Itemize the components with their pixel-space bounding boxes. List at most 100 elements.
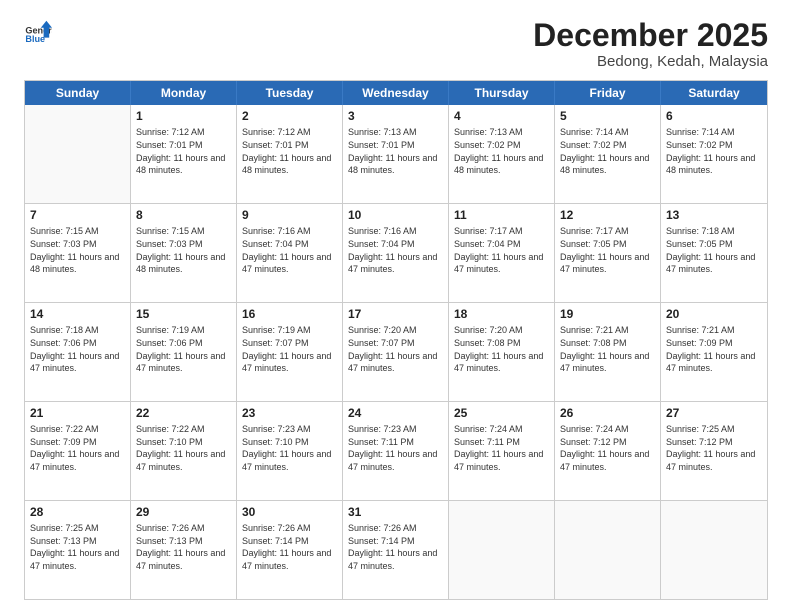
- logo: General Blue: [24, 18, 56, 46]
- day-number: 27: [666, 405, 762, 421]
- calendar: SundayMondayTuesdayWednesdayThursdayFrid…: [24, 80, 768, 600]
- day-number: 25: [454, 405, 549, 421]
- day-number: 2: [242, 108, 337, 124]
- cell-info: Sunrise: 7:20 AM Sunset: 7:07 PM Dayligh…: [348, 324, 443, 374]
- calendar-cell: 17 Sunrise: 7:20 AM Sunset: 7:07 PM Dayli…: [343, 303, 449, 401]
- calendar-cell: 21Sunrise: 7:22 AM Sunset: 7:09 PM Dayli…: [25, 402, 131, 500]
- cell-info: Sunrise: 7:26 AM Sunset: 7:14 PM Dayligh…: [242, 522, 337, 572]
- calendar-cell: 7Sunrise: 7:15 AM Sunset: 7:03 PM Daylig…: [25, 204, 131, 302]
- cell-info: Sunrise: 7:24 AM Sunset: 7:11 PM Dayligh…: [454, 423, 549, 473]
- calendar-row: 14Sunrise: 7:18 AM Sunset: 7:06 PM Dayli…: [25, 302, 767, 401]
- svg-text:Blue: Blue: [25, 34, 45, 44]
- day-number: 1: [136, 108, 231, 124]
- cell-info: Sunrise: 7:25 AM Sunset: 7:13 PM Dayligh…: [30, 522, 125, 572]
- cell-info: Sunrise: 7:15 AM Sunset: 7:03 PM Dayligh…: [136, 225, 231, 275]
- calendar-cell: 8 Sunrise: 7:15 AM Sunset: 7:03 PM Daylig…: [131, 204, 237, 302]
- cell-info: Sunrise: 7:13 AM Sunset: 7:02 PM Dayligh…: [454, 126, 549, 176]
- cell-info: Sunrise: 7:25 AM Sunset: 7:12 PM Dayligh…: [666, 423, 762, 473]
- calendar-row: 21Sunrise: 7:22 AM Sunset: 7:09 PM Dayli…: [25, 401, 767, 500]
- day-header-thursday: Thursday: [449, 81, 555, 105]
- day-number: 31: [348, 504, 443, 520]
- day-number: 11: [454, 207, 549, 223]
- day-number: 30: [242, 504, 337, 520]
- day-number: 9: [242, 207, 337, 223]
- day-header-wednesday: Wednesday: [343, 81, 449, 105]
- cell-info: Sunrise: 7:15 AM Sunset: 7:03 PM Dayligh…: [30, 225, 125, 275]
- calendar-cell: 15Sunrise: 7:19 AM Sunset: 7:06 PM Dayli…: [131, 303, 237, 401]
- day-header-saturday: Saturday: [661, 81, 767, 105]
- calendar-cell: 13Sunrise: 7:18 AM Sunset: 7:05 PM Dayli…: [661, 204, 767, 302]
- calendar-cell: 4 Sunrise: 7:13 AM Sunset: 7:02 PM Daylig…: [449, 105, 555, 203]
- cell-info: Sunrise: 7:19 AM Sunset: 7:07 PM Dayligh…: [242, 324, 337, 374]
- day-number: 22: [136, 405, 231, 421]
- calendar-cell: 26 Sunrise: 7:24 AM Sunset: 7:12 PM Dayli…: [555, 402, 661, 500]
- day-number: 18: [454, 306, 549, 322]
- day-number: 12: [560, 207, 655, 223]
- cell-info: Sunrise: 7:21 AM Sunset: 7:09 PM Dayligh…: [666, 324, 762, 374]
- month-title: December 2025: [533, 18, 768, 53]
- cell-info: Sunrise: 7:17 AM Sunset: 7:04 PM Dayligh…: [454, 225, 549, 275]
- calendar-cell: 12 Sunrise: 7:17 AM Sunset: 7:05 PM Dayli…: [555, 204, 661, 302]
- calendar-row: 7Sunrise: 7:15 AM Sunset: 7:03 PM Daylig…: [25, 203, 767, 302]
- cell-info: Sunrise: 7:14 AM Sunset: 7:02 PM Dayligh…: [560, 126, 655, 176]
- calendar-cell: 30 Sunrise: 7:26 AM Sunset: 7:14 PM Dayli…: [237, 501, 343, 599]
- calendar-cell: 31 Sunrise: 7:26 AM Sunset: 7:14 PM Dayli…: [343, 501, 449, 599]
- day-number: 26: [560, 405, 655, 421]
- cell-info: Sunrise: 7:12 AM Sunset: 7:01 PM Dayligh…: [136, 126, 231, 176]
- calendar-header: SundayMondayTuesdayWednesdayThursdayFrid…: [25, 81, 767, 105]
- calendar-cell: [555, 501, 661, 599]
- calendar-cell: 24 Sunrise: 7:23 AM Sunset: 7:11 PM Dayli…: [343, 402, 449, 500]
- cell-info: Sunrise: 7:14 AM Sunset: 7:02 PM Dayligh…: [666, 126, 762, 176]
- calendar-cell: [449, 501, 555, 599]
- cell-info: Sunrise: 7:13 AM Sunset: 7:01 PM Dayligh…: [348, 126, 443, 176]
- calendar-cell: 1 Sunrise: 7:12 AM Sunset: 7:01 PM Daylig…: [131, 105, 237, 203]
- calendar-cell: 29Sunrise: 7:26 AM Sunset: 7:13 PM Dayli…: [131, 501, 237, 599]
- calendar-cell: 23 Sunrise: 7:23 AM Sunset: 7:10 PM Dayli…: [237, 402, 343, 500]
- day-number: 3: [348, 108, 443, 124]
- day-header-friday: Friday: [555, 81, 661, 105]
- calendar-cell: 6 Sunrise: 7:14 AM Sunset: 7:02 PM Daylig…: [661, 105, 767, 203]
- day-header-sunday: Sunday: [25, 81, 131, 105]
- day-header-tuesday: Tuesday: [237, 81, 343, 105]
- cell-info: Sunrise: 7:21 AM Sunset: 7:08 PM Dayligh…: [560, 324, 655, 374]
- day-number: 20: [666, 306, 762, 322]
- calendar-cell: [661, 501, 767, 599]
- header: General Blue December 2025 Bedong, Kedah…: [24, 18, 768, 70]
- cell-info: Sunrise: 7:17 AM Sunset: 7:05 PM Dayligh…: [560, 225, 655, 275]
- logo-icon: General Blue: [24, 18, 52, 46]
- calendar-cell: 3 Sunrise: 7:13 AM Sunset: 7:01 PM Daylig…: [343, 105, 449, 203]
- cell-info: Sunrise: 7:26 AM Sunset: 7:13 PM Dayligh…: [136, 522, 231, 572]
- cell-info: Sunrise: 7:24 AM Sunset: 7:12 PM Dayligh…: [560, 423, 655, 473]
- calendar-cell: 5Sunrise: 7:14 AM Sunset: 7:02 PM Daylig…: [555, 105, 661, 203]
- cell-info: Sunrise: 7:23 AM Sunset: 7:10 PM Dayligh…: [242, 423, 337, 473]
- calendar-cell: 25 Sunrise: 7:24 AM Sunset: 7:11 PM Dayli…: [449, 402, 555, 500]
- calendar-cell: 9Sunrise: 7:16 AM Sunset: 7:04 PM Daylig…: [237, 204, 343, 302]
- cell-info: Sunrise: 7:18 AM Sunset: 7:06 PM Dayligh…: [30, 324, 125, 374]
- day-header-monday: Monday: [131, 81, 237, 105]
- calendar-cell: 2Sunrise: 7:12 AM Sunset: 7:01 PM Daylig…: [237, 105, 343, 203]
- day-number: 8: [136, 207, 231, 223]
- day-number: 10: [348, 207, 443, 223]
- day-number: 4: [454, 108, 549, 124]
- calendar-cell: 22 Sunrise: 7:22 AM Sunset: 7:10 PM Dayli…: [131, 402, 237, 500]
- calendar-body: 1 Sunrise: 7:12 AM Sunset: 7:01 PM Daylig…: [25, 105, 767, 599]
- day-number: 6: [666, 108, 762, 124]
- calendar-cell: 18 Sunrise: 7:20 AM Sunset: 7:08 PM Dayli…: [449, 303, 555, 401]
- cell-info: Sunrise: 7:19 AM Sunset: 7:06 PM Dayligh…: [136, 324, 231, 374]
- day-number: 23: [242, 405, 337, 421]
- cell-info: Sunrise: 7:22 AM Sunset: 7:10 PM Dayligh…: [136, 423, 231, 473]
- location: Bedong, Kedah, Malaysia: [533, 53, 768, 70]
- calendar-cell: 19Sunrise: 7:21 AM Sunset: 7:08 PM Dayli…: [555, 303, 661, 401]
- day-number: 16: [242, 306, 337, 322]
- day-number: 24: [348, 405, 443, 421]
- calendar-cell: 27 Sunrise: 7:25 AM Sunset: 7:12 PM Dayli…: [661, 402, 767, 500]
- calendar-row: 28Sunrise: 7:25 AM Sunset: 7:13 PM Dayli…: [25, 500, 767, 599]
- day-number: 17: [348, 306, 443, 322]
- cell-info: Sunrise: 7:26 AM Sunset: 7:14 PM Dayligh…: [348, 522, 443, 572]
- cell-info: Sunrise: 7:16 AM Sunset: 7:04 PM Dayligh…: [348, 225, 443, 275]
- calendar-cell: 11 Sunrise: 7:17 AM Sunset: 7:04 PM Dayli…: [449, 204, 555, 302]
- cell-info: Sunrise: 7:20 AM Sunset: 7:08 PM Dayligh…: [454, 324, 549, 374]
- calendar-cell: 16 Sunrise: 7:19 AM Sunset: 7:07 PM Dayli…: [237, 303, 343, 401]
- cell-info: Sunrise: 7:23 AM Sunset: 7:11 PM Dayligh…: [348, 423, 443, 473]
- calendar-row: 1 Sunrise: 7:12 AM Sunset: 7:01 PM Daylig…: [25, 105, 767, 203]
